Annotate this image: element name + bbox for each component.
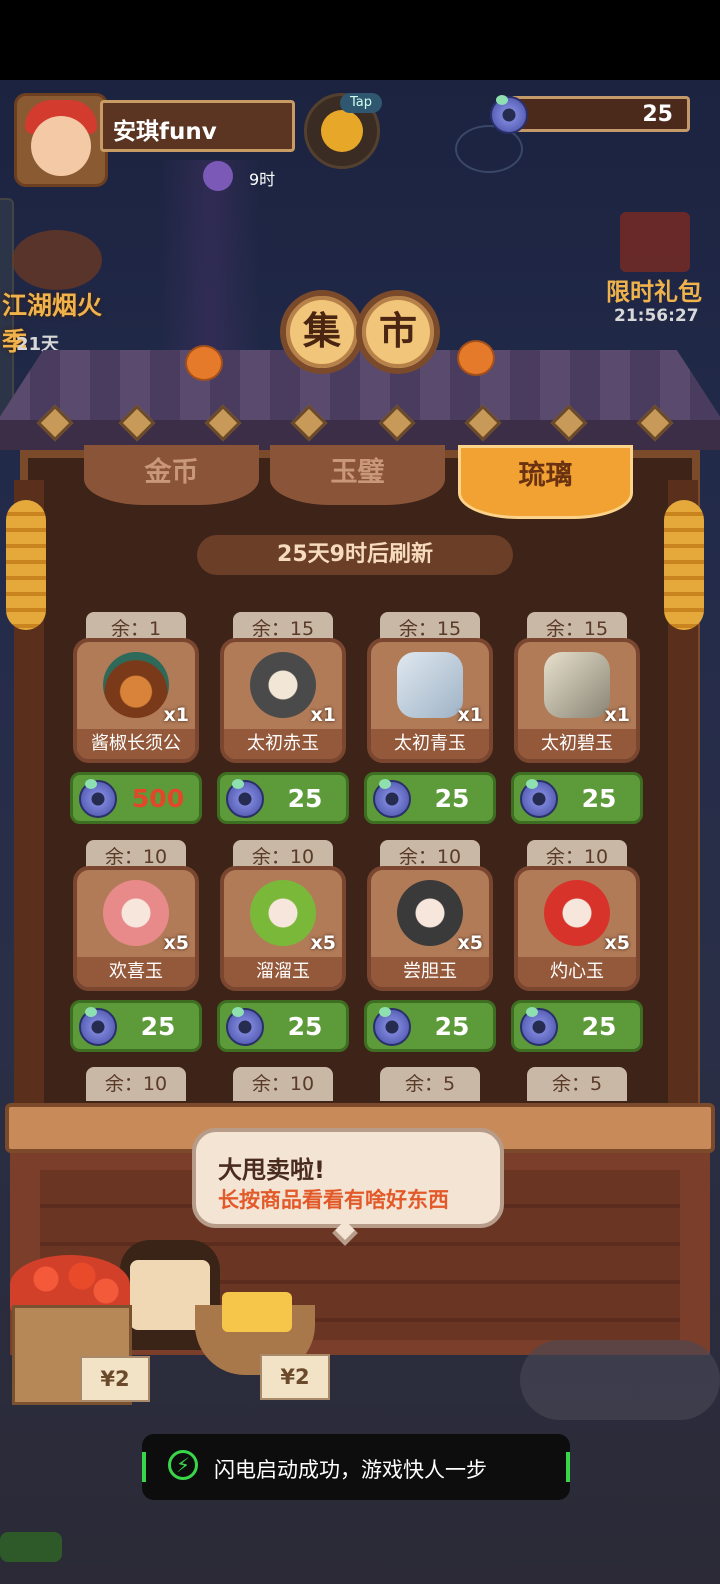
glaze-currency-bar[interactable]: 25	[510, 96, 690, 132]
item-quantity: x5	[310, 932, 336, 954]
green-jade-ore-icon	[544, 652, 610, 718]
persimmon-decoration	[185, 345, 223, 381]
buy-button[interactable]: 25	[217, 1000, 349, 1052]
price-value: 25	[434, 1012, 470, 1041]
buy-button[interactable]: 25	[70, 1000, 202, 1052]
buy-button[interactable]: 25	[364, 1000, 496, 1052]
shop-item-card[interactable]: x5 尝胆玉	[367, 866, 493, 991]
pink-jade-icon	[103, 880, 169, 946]
butter-block	[222, 1292, 292, 1332]
glaze-coin-icon	[79, 779, 117, 818]
lightning-icon: ⚡	[168, 1450, 198, 1480]
item-name: 灼心玉	[518, 957, 636, 987]
glaze-coin-icon	[226, 779, 264, 818]
toast-text: 闪电启动成功，游戏快人一步	[214, 1458, 487, 1482]
item-name: 酱椒长须公	[77, 729, 195, 759]
energy-timer-text: 9时	[249, 170, 276, 189]
buy-button[interactable]: 500	[70, 772, 202, 824]
corn-decoration	[664, 500, 704, 630]
item-name: 尝胆玉	[371, 957, 489, 987]
tab-gold[interactable]: 金币	[84, 445, 259, 505]
item-quantity: x1	[310, 704, 336, 726]
item-quantity: x1	[163, 704, 189, 726]
energy-timer-icon	[203, 161, 233, 191]
glaze-coin-icon	[520, 779, 558, 818]
item-name: 溜溜玉	[224, 957, 342, 987]
corn-decoration	[6, 500, 46, 630]
speech-bubble: 大甩卖啦! 长按商品看看有啥好东西	[192, 1128, 504, 1228]
tab-glaze[interactable]: 琉璃	[458, 445, 633, 519]
gift-box-icon	[620, 212, 690, 272]
green-jade-icon	[250, 880, 316, 946]
shop-title-char-1: 集	[280, 290, 364, 374]
price-value: 25	[581, 1012, 617, 1041]
speech-line-1: 大甩卖啦!	[218, 1156, 325, 1184]
price-value: 25	[434, 784, 470, 813]
item-stock: 余：10	[86, 1067, 186, 1101]
boost-toast: ⚡ 闪电启动成功，游戏快人一步	[142, 1434, 570, 1500]
price-value: 25	[287, 1012, 323, 1041]
red-jade-icon	[544, 880, 610, 946]
avatar-face	[31, 116, 91, 176]
item-quantity: x1	[604, 704, 630, 726]
item-quantity: x5	[604, 932, 630, 954]
red-jade-ore-icon	[250, 652, 316, 718]
dish-icon	[103, 652, 169, 718]
shop-item-card[interactable]: x1 太初碧玉	[514, 638, 640, 763]
foreground-cloud	[520, 1340, 720, 1420]
shop-item-card[interactable]: x5 灼心玉	[514, 866, 640, 991]
hotpot-icon	[12, 230, 102, 290]
promo-right-title: 限时礼包	[606, 278, 702, 306]
buy-button[interactable]: 25	[511, 772, 643, 824]
price-value: 25	[581, 784, 617, 813]
shop-item-card[interactable]: x1 太初青玉	[367, 638, 493, 763]
item-name: 太初青玉	[371, 729, 489, 759]
promo-gift-pack-right[interactable]: 限时礼包 21:56:27	[596, 200, 720, 335]
buy-button[interactable]: 25	[217, 772, 349, 824]
glaze-coin-icon	[373, 779, 411, 818]
price-value: 500	[131, 784, 185, 813]
promo-event-left[interactable]: 江湖烟火季 21天	[2, 218, 120, 356]
glaze-coin-icon	[373, 1007, 411, 1046]
player-name: 安琪funv	[113, 119, 217, 145]
shop-item-card[interactable]: x1 太初赤玉	[220, 638, 346, 763]
price-value: 25	[287, 784, 323, 813]
promo-right-countdown: 21:56:27	[614, 306, 699, 326]
persimmon-decoration	[457, 340, 495, 376]
blue-jade-ore-icon	[397, 652, 463, 718]
price-value: 25	[140, 1012, 176, 1041]
black-jade-icon	[397, 880, 463, 946]
shop-item-card[interactable]: x5 欢喜玉	[73, 866, 199, 991]
item-name: 欢喜玉	[77, 957, 195, 987]
item-name: 太初碧玉	[518, 729, 636, 759]
tap-label: Tap	[340, 93, 382, 113]
refresh-countdown: 25天9时后刷新	[197, 535, 513, 575]
item-quantity: x5	[457, 932, 483, 954]
buy-button[interactable]: 25	[364, 772, 496, 824]
stall-price-tag: ¥2	[80, 1356, 150, 1402]
shop-title-char-2: 市	[356, 290, 440, 374]
buy-button[interactable]: 25	[511, 1000, 643, 1052]
shop-item-card[interactable]: x1 酱椒长须公	[73, 638, 199, 763]
glaze-currency-amount: 25	[642, 102, 673, 127]
shop-item-card[interactable]: x5 溜溜玉	[220, 866, 346, 991]
glaze-coin-icon	[226, 1007, 264, 1046]
player-name-plate: 安琪funv	[100, 100, 295, 152]
item-name: 太初赤玉	[224, 729, 342, 759]
speech-line-2: 长按商品看看有啥好东西	[218, 1188, 449, 1212]
item-stock: 余：5	[380, 1067, 480, 1101]
item-stock: 余：5	[527, 1067, 627, 1101]
tab-jade[interactable]: 玉璧	[270, 445, 445, 505]
glaze-coin-icon	[490, 95, 528, 134]
glaze-coin-icon	[520, 1007, 558, 1046]
player-avatar[interactable]	[14, 93, 108, 187]
item-quantity: x5	[163, 932, 189, 954]
bottom-corner-widget[interactable]	[0, 1532, 62, 1562]
item-stock: 余：10	[233, 1067, 333, 1101]
item-quantity: x1	[457, 704, 483, 726]
glaze-coin-icon	[79, 1007, 117, 1046]
stall-price-tag: ¥2	[260, 1354, 330, 1400]
chick-icon	[321, 110, 363, 152]
